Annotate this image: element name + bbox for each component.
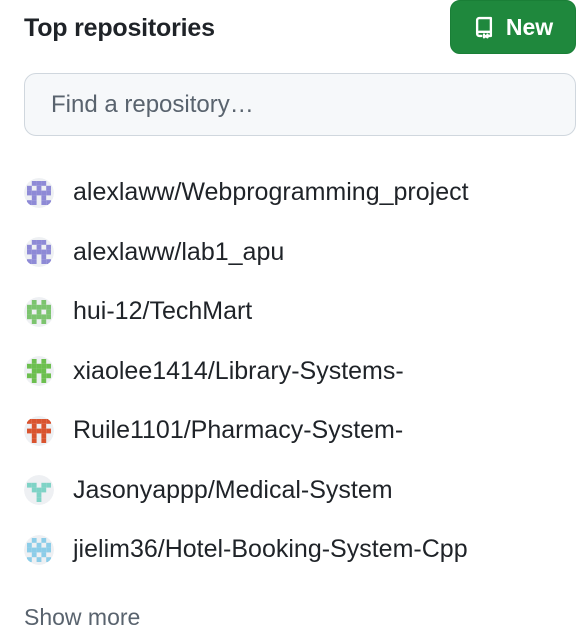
repository-list-item: xiaolee1414/Library-Systems-: [24, 342, 469, 402]
find-repository-input[interactable]: [24, 73, 576, 136]
repository-list-item: alexlaww/lab1_apu: [24, 223, 469, 283]
repository-list: alexlaww/Webprogramming_project alexlaww/…: [24, 163, 469, 580]
show-more-link[interactable]: Show more: [24, 604, 140, 631]
identicon-light-blue-icon: [24, 534, 54, 565]
repository-list-item: alexlaww/Webprogramming_project: [24, 163, 469, 223]
repository-link[interactable]: jielim36/Hotel-Booking-System-Cpp: [73, 535, 468, 564]
repository-link[interactable]: xiaolee1414/Library-Systems-: [73, 357, 404, 386]
top-repositories-panel: Top repositories New alexlaww/Webprogram…: [0, 0, 576, 635]
repository-list-item: hui-12/TechMart: [24, 282, 469, 342]
identicon-purple-icon: [24, 177, 54, 208]
panel-header: Top repositories New: [24, 0, 576, 56]
panel-title: Top repositories: [24, 14, 215, 42]
repository-link[interactable]: alexlaww/lab1_apu: [73, 238, 284, 267]
identicon-red-icon: [24, 415, 54, 446]
identicon-teal-icon: [24, 475, 54, 506]
new-button-label: New: [505, 13, 554, 40]
repository-link[interactable]: alexlaww/Webprogramming_project: [73, 178, 469, 207]
new-repository-button[interactable]: New: [450, 0, 576, 54]
identicon-purple-icon: [24, 237, 54, 268]
repository-list-item: Jasonyappp/Medical-System: [24, 461, 469, 521]
repository-link[interactable]: Jasonyappp/Medical-System: [73, 476, 393, 505]
repo-icon: [475, 16, 492, 39]
repository-link[interactable]: hui-12/TechMart: [73, 297, 252, 326]
identicon-green-icon: [24, 296, 54, 327]
repository-list-item: jielim36/Hotel-Booking-System-Cpp: [24, 520, 469, 580]
repository-list-item: Ruile1101/Pharmacy-System-: [24, 401, 469, 461]
repository-link[interactable]: Ruile1101/Pharmacy-System-: [73, 416, 403, 445]
identicon-green-icon: [24, 356, 54, 387]
